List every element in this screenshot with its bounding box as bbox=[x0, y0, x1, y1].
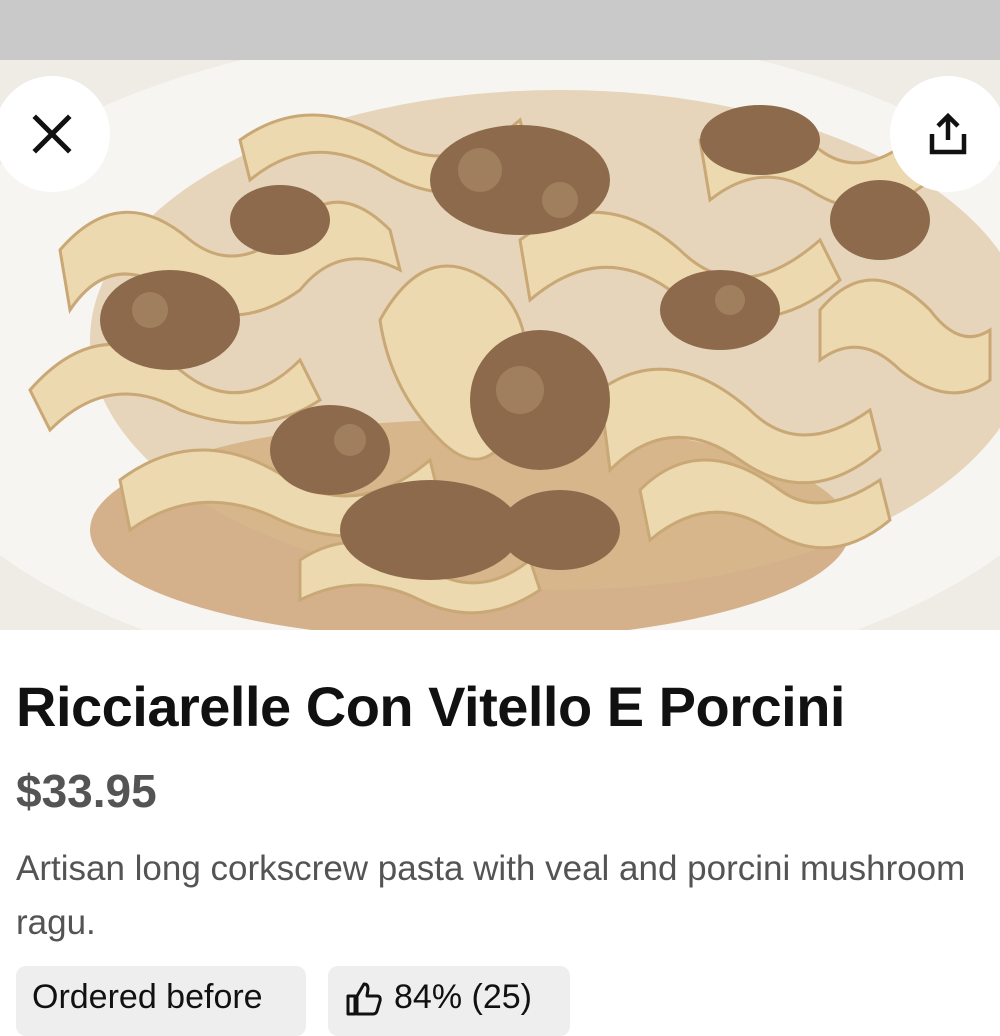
item-title: Ricciarelle Con Vitello E Porcini bbox=[16, 675, 845, 738]
thumbs-up-icon bbox=[346, 982, 382, 1016]
rating-label: 84% (25) bbox=[394, 978, 532, 1016]
item-price: $33.95 bbox=[16, 765, 157, 817]
rating-chip[interactable]: 84% (25) bbox=[328, 966, 570, 1036]
share-button[interactable] bbox=[890, 76, 1000, 192]
ordered-before-label: Ordered before bbox=[32, 978, 263, 1016]
item-photo bbox=[0, 60, 1000, 630]
ordered-before-chip[interactable]: Ordered before bbox=[16, 966, 306, 1036]
share-icon bbox=[929, 112, 967, 155]
status-bar-strip bbox=[0, 0, 1000, 60]
pasta-illustration bbox=[0, 60, 1000, 630]
item-description: Artisan long corkscrew pasta with veal a… bbox=[16, 849, 966, 942]
close-icon bbox=[32, 114, 72, 154]
